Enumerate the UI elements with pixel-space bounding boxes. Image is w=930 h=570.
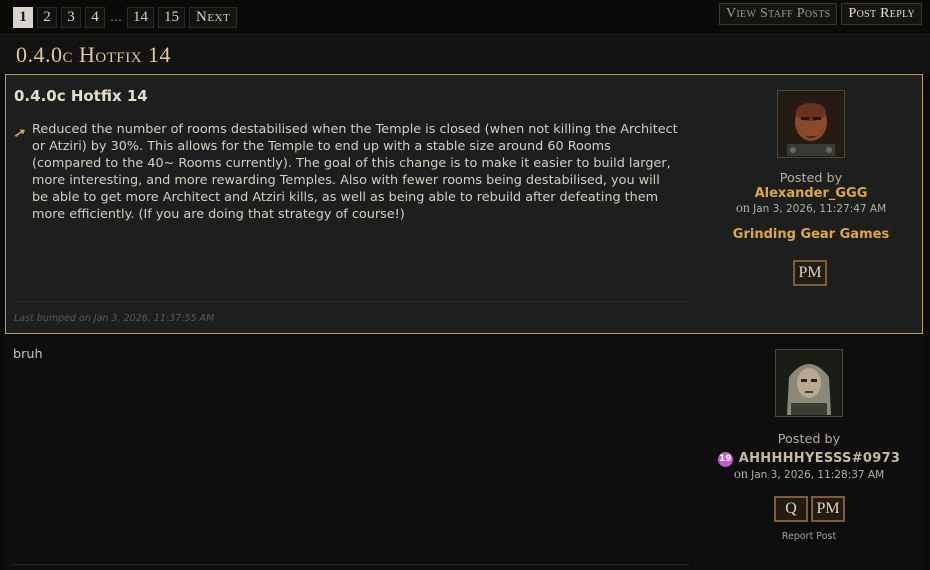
post-date-value: Jan 3, 2026, 11:27:47 AM (753, 203, 887, 215)
thread-actions: View Staff Posts Post Reply (719, 3, 922, 25)
author-name-link[interactable]: AHHHHHYESSS#0973 (739, 451, 901, 466)
pm-button[interactable]: PM (793, 260, 827, 286)
post-author-info: Posted by Alexander_GGG on Jan 3, 2026, … (701, 171, 921, 242)
post-author-info: Posted by 19 AHHHHHYESSS#0973 on Jan 3, 2… (699, 432, 919, 483)
view-staff-posts-button[interactable]: View Staff Posts (719, 3, 838, 25)
page-15-link[interactable]: 15 (158, 7, 185, 28)
post-date: on Jan 3, 2026, 11:28:37 AM (699, 467, 919, 483)
page-14-link[interactable]: 14 (127, 7, 154, 28)
page-4-link[interactable]: 4 (85, 7, 105, 28)
post-text: bruh (13, 347, 43, 362)
author-line: 19 AHHHHHYESSS#0973 (699, 447, 919, 467)
report-post-link[interactable]: Report Post (699, 531, 919, 542)
company-badge: Grinding Gear Games (732, 227, 890, 242)
posted-by-label: Posted by (779, 171, 843, 186)
top-bar: 1 2 3 4 … 14 15 Next View Staff Posts Po… (0, 0, 930, 34)
post-divider (14, 301, 690, 302)
last-bumped-text: Last bumped on Jan 3, 2026, 11:37:55 AM (14, 313, 215, 324)
staff-post: 0.4.0c Hotfix 14 Reduced the number of r… (5, 74, 923, 334)
reply-post: bruh Posted by 19 AHHHHHYESSS#0973 on Jan… (5, 336, 923, 570)
thread-title: 0.4.0c Hotfix 14 (16, 42, 172, 67)
page-3-link[interactable]: 3 (61, 7, 81, 28)
on-label: on (735, 201, 750, 216)
list-item: Reduced the number of rooms destabilised… (14, 121, 679, 223)
arrow-bullet-icon (14, 121, 32, 142)
post-reply-button[interactable]: Post Reply (841, 3, 922, 25)
post-body: Reduced the number of rooms destabilised… (14, 121, 679, 223)
on-label: on (733, 467, 748, 482)
posted-by-label: Posted by (777, 432, 841, 447)
bearded-character-portrait-icon (779, 92, 843, 156)
pm-button[interactable]: PM (811, 496, 845, 522)
quote-button[interactable]: Q (774, 496, 808, 522)
pagination: 1 2 3 4 … 14 15 Next (13, 7, 238, 28)
post-divider (13, 564, 689, 565)
page-ellipsis: … (110, 10, 122, 24)
post-title: 0.4.0c Hotfix 14 (14, 87, 148, 105)
avatar[interactable] (777, 90, 845, 158)
page-2-link[interactable]: 2 (37, 7, 57, 28)
page-1-current[interactable]: 1 (13, 7, 33, 28)
hooded-character-portrait-icon (777, 351, 841, 415)
post-date: on Jan 3, 2026, 11:27:47 AM (701, 201, 921, 217)
next-page-button[interactable]: Next (189, 7, 238, 28)
avatar[interactable] (775, 349, 843, 417)
thread-title-bar: 0.4.0c Hotfix 14 (0, 34, 930, 73)
post-date-value: Jan 3, 2026, 11:28:37 AM (751, 469, 885, 481)
level-badge: 19 (717, 452, 733, 467)
author-name-link[interactable]: Alexander_GGG (701, 186, 921, 201)
post-text: Reduced the number of rooms destabilised… (32, 122, 678, 222)
